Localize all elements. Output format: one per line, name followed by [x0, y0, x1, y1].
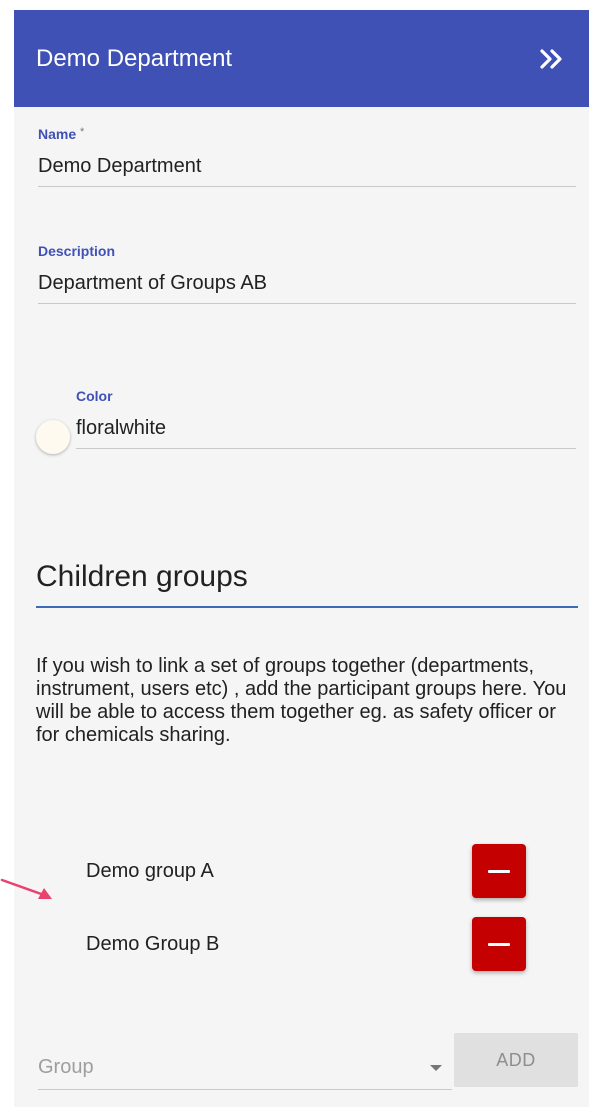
group-list-item: Demo group A [86, 843, 526, 899]
group-name: Demo group A [86, 859, 214, 882]
children-groups-title: Children groups [36, 560, 578, 608]
description-input[interactable]: Department of Groups AB [38, 272, 576, 304]
minus-icon [488, 942, 510, 946]
annotation-arrow-icon [0, 878, 52, 899]
required-marker: * [80, 126, 85, 138]
add-group-button[interactable]: ADD [454, 1033, 578, 1087]
double-chevron-right-icon[interactable] [537, 44, 567, 74]
name-input[interactable]: Demo Department [38, 155, 576, 187]
minus-icon [488, 869, 510, 873]
group-select[interactable]: Group [38, 1046, 452, 1090]
remove-group-button[interactable] [472, 917, 526, 971]
color-swatch[interactable] [36, 420, 70, 454]
name-field[interactable]: Name * Demo Department [38, 126, 576, 187]
panel-title: Demo Department [36, 44, 233, 72]
group-select-placeholder: Group [38, 1056, 94, 1078]
name-label: Name * [38, 126, 85, 142]
color-input[interactable]: floralwhite [76, 417, 576, 449]
color-label: Color [76, 388, 113, 404]
group-detail-panel: Demo Department Name * Demo Department D… [14, 10, 589, 1107]
chevron-down-icon [430, 1064, 442, 1071]
description-field[interactable]: Description Department of Groups AB [38, 243, 576, 304]
description-label: Description [38, 243, 116, 259]
children-groups-help-text: If you wish to link a set of groups toge… [36, 655, 567, 746]
group-list-item: Demo Group B [86, 916, 526, 972]
group-name: Demo Group B [86, 932, 220, 955]
remove-group-button[interactable] [472, 844, 526, 898]
panel-header: Demo Department [14, 10, 589, 107]
color-field[interactable]: Color floralwhite [76, 388, 576, 449]
